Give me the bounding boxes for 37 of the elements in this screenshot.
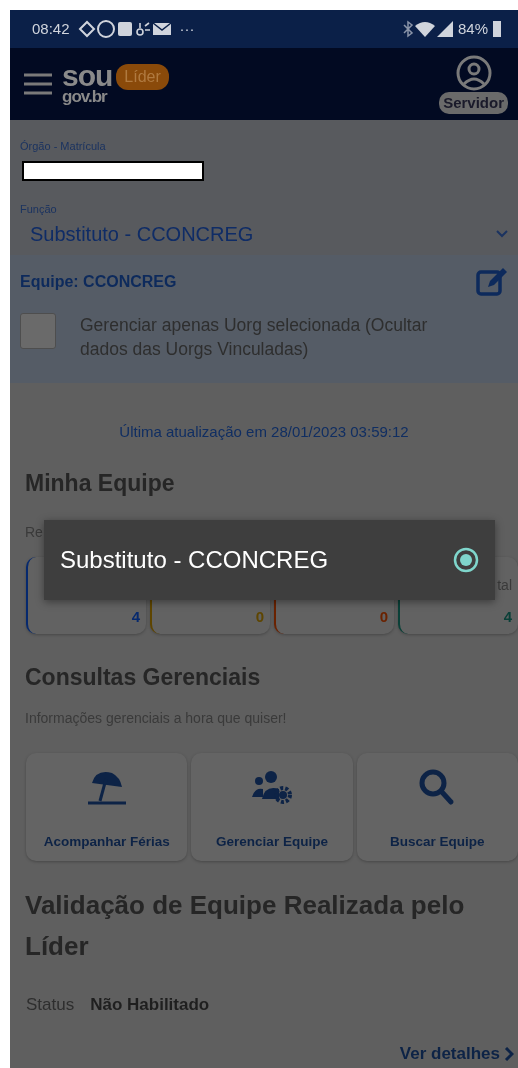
stat-value: 0: [378, 606, 388, 627]
details-link[interactable]: Ver detalhes: [399, 1041, 514, 1067]
function-select[interactable]: Substituto - CCONCREG: [20, 217, 518, 249]
logo-text: sou: [62, 63, 113, 89]
field-label: Função: [20, 201, 58, 217]
edit-icon[interactable]: [476, 267, 508, 297]
update-text: Última atualização em 28/01/2023 03:59:12: [118, 422, 410, 442]
tile-button[interactable]: Acompanhar Férias: [26, 752, 188, 861]
battery-icon: [492, 20, 502, 38]
dialog-option[interactable]: Substituto - CCONCREG: [60, 520, 479, 600]
tile-button[interactable]: Buscar Equipe: [356, 752, 518, 861]
field-label: Órgão - Matrícula: [20, 139, 107, 154]
tile-button[interactable]: Gerenciar Equipe: [191, 752, 353, 861]
user-icon: [454, 53, 493, 92]
status-value: Não Habilitado: [90, 993, 210, 1016]
checkbox[interactable]: [20, 313, 56, 349]
more-text: ···: [179, 18, 195, 39]
stat-value: 4: [130, 606, 140, 627]
stat-value: 0: [254, 606, 264, 627]
menu-icon[interactable]: [22, 71, 54, 97]
signal-icon: [435, 20, 454, 38]
checkbox-label: Gerenciar apenas Uorg selecionada (Ocultar dados das Uorgs Vinculadas): [80, 314, 429, 361]
clock-text: 08:42: [32, 18, 70, 39]
radio-icon: [453, 547, 479, 573]
profile-button[interactable]: Servidor: [439, 53, 508, 115]
bluetooth-icon: [401, 20, 414, 38]
wifi-icon: [413, 20, 436, 38]
team-title: Equipe: CCONCREG: [20, 272, 177, 292]
section-title: Validação de Equipe Realizada pelo Líder: [25, 888, 466, 964]
section-title: Consultas Gerenciais: [25, 664, 262, 692]
chevron-right-icon: [504, 1047, 514, 1062]
section-title: Minha Equipe: [25, 469, 176, 498]
battery-text: 84%: [457, 18, 488, 39]
logo-text: gov.br: [62, 89, 109, 105]
chevron-down-icon: [496, 230, 508, 238]
stat-value: 4: [502, 606, 512, 627]
mail-icon: [151, 21, 172, 37]
